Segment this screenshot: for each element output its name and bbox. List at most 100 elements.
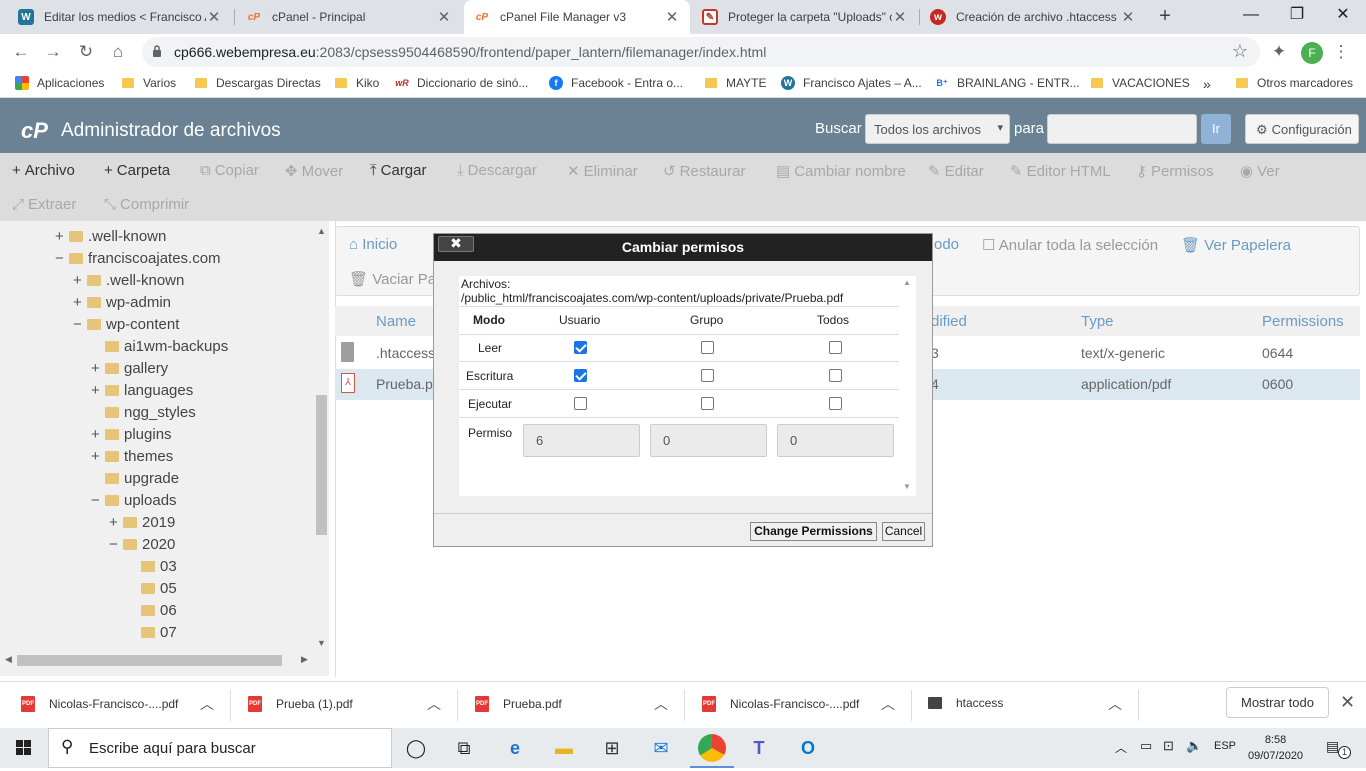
network-icon[interactable]: ⊡: [1163, 738, 1174, 754]
close-window-button[interactable]: ✕: [1320, 0, 1366, 32]
user-permission-field[interactable]: 6: [523, 424, 640, 457]
bookmark-francisco-ajates[interactable]: W Francisco Ajates – A...: [781, 76, 922, 90]
extensions-icon[interactable]: ✦: [1268, 41, 1290, 63]
user-execute-checkbox[interactable]: [574, 397, 587, 410]
collapse-icon[interactable]: −: [109, 536, 121, 553]
world-write-checkbox[interactable]: [829, 369, 842, 382]
scroll-right-icon[interactable]: ▶: [301, 654, 308, 665]
tab-cpanel-principal[interactable]: cP cPanel - Principal ✕: [236, 0, 462, 34]
bookmarks-more-icon[interactable]: »: [1203, 76, 1211, 92]
tree-scroll-thumb[interactable]: [316, 395, 327, 535]
close-icon[interactable]: ✕: [892, 8, 908, 26]
download-button[interactable]: ⤓ Descargar: [457, 162, 537, 179]
cortana-icon[interactable]: ◯: [404, 736, 428, 760]
bookmark-vacaciones[interactable]: VACACIONES: [1091, 76, 1190, 90]
scroll-down-icon[interactable]: ▼: [317, 638, 326, 648]
cancel-button[interactable]: Cancel: [882, 522, 925, 541]
tree-node-05[interactable]: 05: [127, 580, 177, 597]
edit-button[interactable]: ✎ Editar: [928, 162, 984, 180]
chevron-up-icon[interactable]: ︿: [1108, 694, 1122, 714]
tree-node-upgrade[interactable]: upgrade: [91, 470, 179, 487]
tab-proteger-carpeta[interactable]: ✎ Proteger la carpeta "Uploads" c ✕: [692, 0, 918, 34]
group-execute-checkbox[interactable]: [701, 397, 714, 410]
bookmark-mayte[interactable]: MAYTE: [705, 76, 766, 90]
tree-node-well-known-2[interactable]: + .well-known: [73, 272, 184, 289]
download-item[interactable]: PDF Nicolas-Francisco-....pdf: [702, 696, 859, 712]
profile-avatar[interactable]: F: [1301, 42, 1323, 64]
chevron-up-icon[interactable]: ︿: [881, 694, 895, 714]
world-execute-checkbox[interactable]: [829, 397, 842, 410]
tree-node-uploads[interactable]: − uploads: [91, 492, 177, 509]
close-icon[interactable]: ✕: [664, 8, 680, 26]
chevron-up-icon[interactable]: ︿: [200, 694, 214, 714]
language-indicator[interactable]: ESP: [1214, 740, 1236, 752]
extract-button[interactable]: ⤢ Extraer: [12, 196, 76, 213]
column-name[interactable]: Name: [376, 313, 416, 330]
bookmark-descargas[interactable]: Descargas Directas: [195, 76, 321, 90]
chevron-up-icon[interactable]: ︿: [1115, 739, 1127, 756]
home-link[interactable]: ⌂ Inicio: [349, 236, 397, 253]
column-permissions[interactable]: Permissions: [1262, 313, 1344, 330]
battery-icon[interactable]: ▭: [1140, 738, 1152, 754]
teams-icon[interactable]: T: [747, 736, 771, 760]
html-editor-button[interactable]: ✎ Editor HTML: [1010, 162, 1111, 180]
expand-icon[interactable]: +: [109, 514, 121, 531]
bookmark-facebook[interactable]: f Facebook - Entra o...: [549, 76, 683, 90]
tree-node-ai1wm-backups[interactable]: ai1wm-backups: [91, 338, 228, 355]
forward-icon[interactable]: →: [42, 41, 64, 63]
tree-node-franciscoajates[interactable]: − franciscoajates.com: [55, 250, 221, 267]
close-icon[interactable]: ✕: [1340, 692, 1355, 713]
download-item[interactable]: PDF Prueba.pdf: [475, 696, 562, 712]
download-item[interactable]: htaccess: [928, 696, 1003, 710]
chevron-up-icon[interactable]: ︿: [654, 694, 668, 714]
collapse-icon[interactable]: −: [91, 492, 103, 509]
expand-icon[interactable]: +: [91, 360, 103, 377]
tree-node-wp-admin[interactable]: + wp-admin: [73, 294, 171, 311]
tab-file-manager[interactable]: cP cPanel File Manager v3 ✕: [464, 0, 690, 34]
bookmark-varios[interactable]: Varios: [122, 76, 176, 90]
group-write-checkbox[interactable]: [701, 369, 714, 382]
new-file-button[interactable]: + Archivo: [12, 162, 75, 179]
tree-node-03[interactable]: 03: [127, 558, 177, 575]
outlook-icon[interactable]: O: [796, 736, 820, 760]
expand-icon[interactable]: +: [73, 294, 85, 311]
go-button[interactable]: Ir: [1201, 114, 1231, 144]
address-bar[interactable]: cp666.webempresa.eu:2083/cpsess950446859…: [142, 37, 1260, 67]
reload-icon[interactable]: ↻: [75, 41, 97, 63]
bookmark-aplicaciones[interactable]: Aplicaciones: [15, 76, 104, 90]
file-explorer-icon[interactable]: ▬: [552, 736, 576, 760]
restore-button[interactable]: ❐: [1274, 0, 1320, 32]
tree-node-wp-content[interactable]: − wp-content: [73, 316, 179, 333]
tree-node-07[interactable]: 07: [127, 624, 177, 641]
expand-icon[interactable]: +: [73, 272, 85, 289]
bookmark-brainlang[interactable]: B⁺ BRAINLANG - ENTR...: [935, 76, 1079, 90]
volume-icon[interactable]: 🔈: [1186, 738, 1202, 754]
delete-button[interactable]: ✕ Eliminar: [567, 162, 638, 180]
collapse-icon[interactable]: −: [73, 316, 85, 333]
download-item[interactable]: PDF Prueba (1).pdf: [248, 696, 353, 712]
settings-button[interactable]: ⚙ Configuración: [1245, 114, 1359, 144]
world-read-checkbox[interactable]: [829, 341, 842, 354]
upload-button[interactable]: ⤒ Cargar: [370, 162, 427, 179]
search-input[interactable]: [1047, 114, 1197, 144]
expand-icon[interactable]: +: [91, 426, 103, 443]
copy-button[interactable]: ⧉ Copiar: [200, 162, 259, 179]
task-view-icon[interactable]: ⧉: [452, 736, 476, 760]
close-icon[interactable]: ✕: [1120, 8, 1136, 26]
column-type[interactable]: Type: [1081, 313, 1114, 330]
deselect-all-button[interactable]: ☐ Anular toda la selección: [982, 236, 1158, 254]
tree-node-2019[interactable]: +2019: [109, 514, 175, 531]
back-icon[interactable]: ←: [10, 41, 32, 63]
menu-icon[interactable]: ⋮: [1330, 41, 1352, 63]
dialog-scrollbar[interactable]: ▲ ▼: [899, 276, 916, 496]
bookmark-star-icon[interactable]: ☆: [1232, 41, 1248, 62]
chrome-icon[interactable]: [698, 734, 726, 762]
view-button[interactable]: ◉ Ver: [1240, 162, 1280, 180]
tree-node-2020[interactable]: − 2020: [109, 536, 175, 553]
bookmark-diccionario[interactable]: wR Diccionario de sinó...: [395, 76, 528, 90]
scroll-left-icon[interactable]: ◀: [5, 654, 12, 665]
column-modified[interactable]: dified: [931, 313, 967, 330]
download-item[interactable]: PDF Nicolas-Francisco-....pdf: [21, 696, 178, 712]
expand-icon[interactable]: +: [91, 382, 103, 399]
tree-node-well-known[interactable]: + .well-known: [55, 228, 166, 245]
